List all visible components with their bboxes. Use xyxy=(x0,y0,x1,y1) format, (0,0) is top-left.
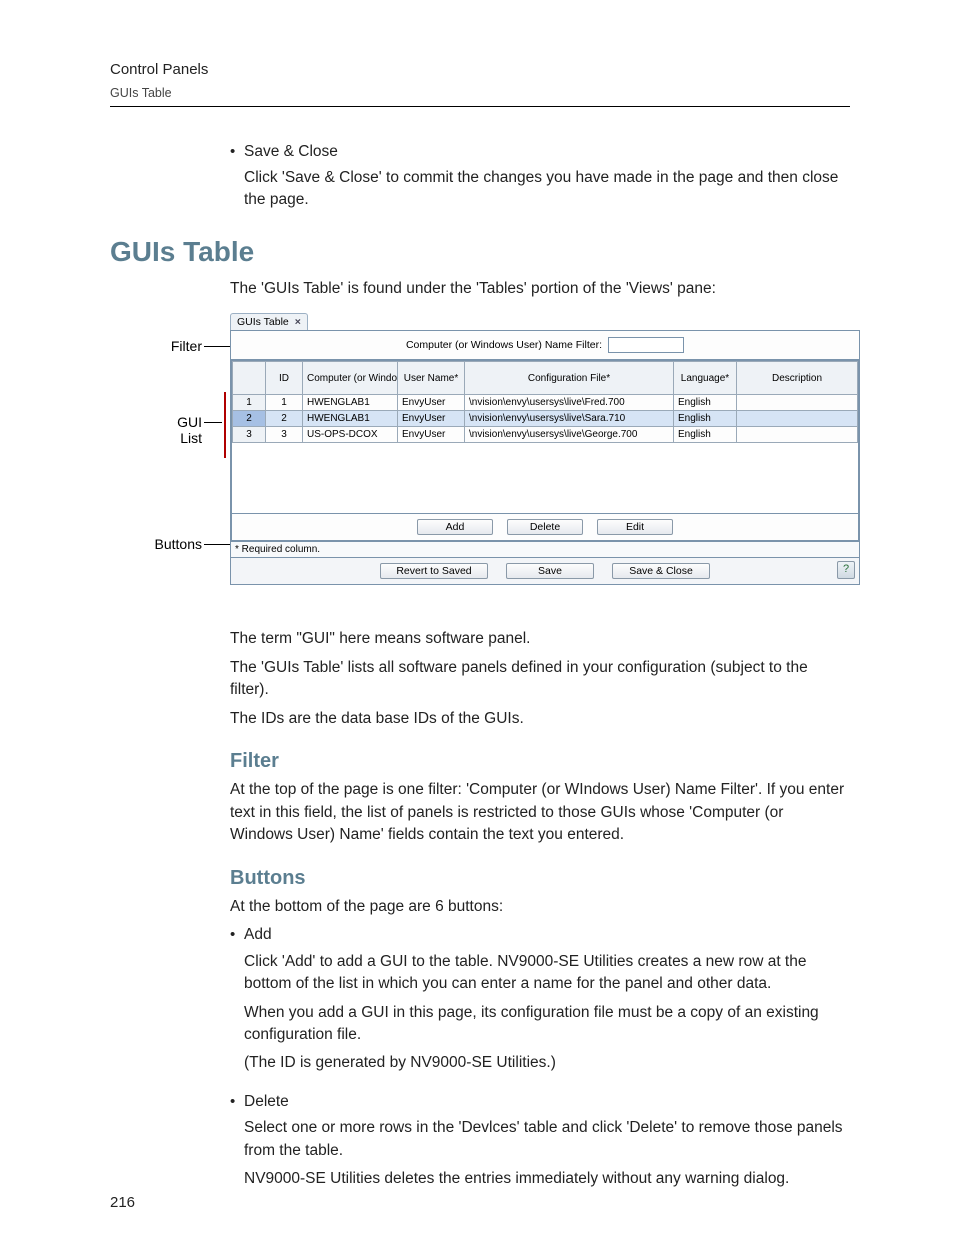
callout-filter: Filter xyxy=(110,338,202,354)
col-config-file[interactable]: Configuration File* xyxy=(465,362,674,395)
after-fig-p2: The 'GUIs Table' lists all software pane… xyxy=(230,657,850,702)
callout-gui-list-1: GUI xyxy=(110,414,202,430)
filter-input[interactable] xyxy=(608,337,684,353)
bullet-add-label: Add xyxy=(244,926,272,943)
tab-guis-table[interactable]: GUIs Table × xyxy=(230,313,308,330)
buttons-intro: At the bottom of the page are 6 buttons: xyxy=(230,896,850,918)
add-button[interactable]: Add xyxy=(417,519,493,535)
intro-paragraph: The 'GUIs Table' is found under the 'Tab… xyxy=(230,278,850,300)
bullet-icon: • xyxy=(230,924,244,1081)
guis-grid: ID Computer (or Windows User) Name* User… xyxy=(232,361,858,443)
callout-buttons: Buttons xyxy=(110,536,202,552)
col-computer-name[interactable]: Computer (or Windows User) Name* xyxy=(303,362,398,395)
bullet-icon: • xyxy=(230,1091,244,1197)
bullet-delete-label: Delete xyxy=(244,1093,289,1110)
after-fig-p1: The term "GUI" here means software panel… xyxy=(230,628,850,650)
bullet-add-p2: When you add a GUI in this page, its con… xyxy=(244,1002,850,1047)
bullet-add-p1: Click 'Add' to add a GUI to the table. N… xyxy=(244,951,850,996)
running-header-subtitle: GUIs Table xyxy=(110,86,850,100)
bullet-save-close-desc: Click 'Save & Close' to commit the chang… xyxy=(244,167,850,212)
col-description[interactable]: Description xyxy=(737,362,858,395)
bullet-save-close-label: Save & Close xyxy=(244,143,338,160)
bullet-add-p3: (The ID is generated by NV9000-SE Utilit… xyxy=(244,1052,850,1074)
bullet-icon: • xyxy=(230,141,244,218)
tab-label: GUIs Table xyxy=(237,316,289,328)
running-header-title: Control Panels xyxy=(110,60,850,80)
help-icon[interactable]: ? xyxy=(837,561,855,579)
revert-button[interactable]: Revert to Saved xyxy=(380,563,488,579)
grid-empty-area xyxy=(232,443,858,513)
figure-guis-table: Filter GUI List Buttons GUIs Table × Com… xyxy=(110,310,850,610)
heading-guis-table: GUIs Table xyxy=(110,236,850,268)
table-row[interactable]: 2 2 HWENGLAB1 EnvyUser \nvision\envy\use… xyxy=(233,411,858,427)
save-close-button[interactable]: Save & Close xyxy=(612,563,710,579)
heading-filter: Filter xyxy=(230,750,850,773)
table-row[interactable]: 1 1 HWENGLAB1 EnvyUser \nvision\envy\use… xyxy=(233,395,858,411)
col-blank xyxy=(233,362,266,395)
heading-buttons: Buttons xyxy=(230,867,850,890)
save-button[interactable]: Save xyxy=(506,563,594,579)
required-note: * Required column. xyxy=(231,541,859,557)
table-row[interactable]: 3 3 US-OPS-DCOX EnvyUser \nvision\envy\u… xyxy=(233,427,858,443)
app-window: GUIs Table × Computer (or Windows User) … xyxy=(230,310,860,585)
close-icon[interactable]: × xyxy=(295,316,301,328)
bullet-delete-p2: NV9000-SE Utilities deletes the entries … xyxy=(244,1168,850,1190)
page-number: 216 xyxy=(110,1194,135,1211)
col-language[interactable]: Language* xyxy=(674,362,737,395)
filter-paragraph: At the top of the page is one filter: 'C… xyxy=(230,779,850,846)
col-user-name[interactable]: User Name* xyxy=(398,362,465,395)
after-fig-p3: The IDs are the data base IDs of the GUI… xyxy=(230,708,850,730)
bullet-delete-p1: Select one or more rows in the 'Devlces'… xyxy=(244,1117,850,1162)
edit-button[interactable]: Edit xyxy=(597,519,673,535)
col-id[interactable]: ID xyxy=(266,362,303,395)
delete-button[interactable]: Delete xyxy=(507,519,583,535)
header-rule xyxy=(110,106,850,107)
callout-gui-list-2: List xyxy=(110,430,202,446)
filter-label: Computer (or Windows User) Name Filter: xyxy=(406,339,602,351)
